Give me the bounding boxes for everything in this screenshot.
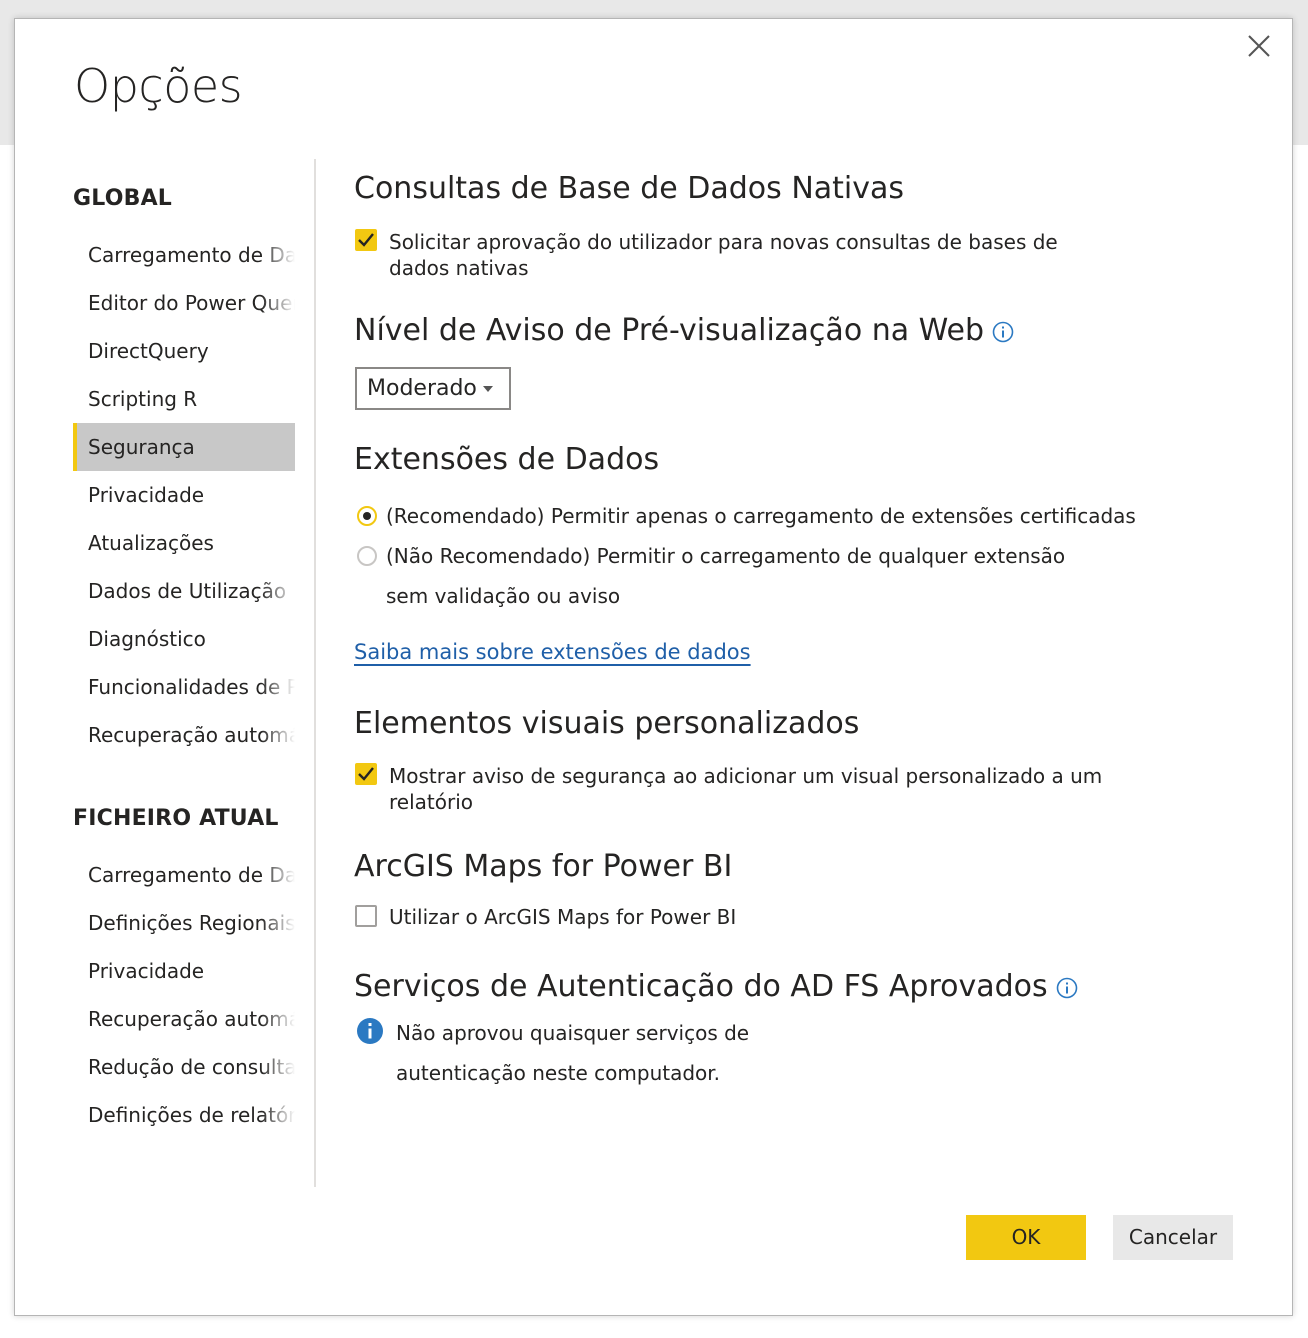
nav-item-dados-utilizacao[interactable]: Dados de Utilização [73, 567, 295, 615]
arcgis-checkbox[interactable] [355, 905, 377, 927]
nav-list-global: Carregamento de Dados Editor do Power Qu… [73, 231, 295, 759]
nav-item-seguranca[interactable]: Segurança [73, 423, 295, 471]
radio-not-recommended-label: (Não Recomendado) Permitir o carregament… [386, 536, 1065, 616]
radio-recommended-label: (Recomendado) Permitir apenas o carregam… [386, 504, 1136, 528]
chevron-down-icon [483, 386, 493, 392]
cancel-button[interactable]: Cancelar [1113, 1215, 1233, 1260]
nav-item-label: Recuperação automática [88, 1007, 295, 1031]
nav-item-recuperacao[interactable]: Recuperação automática [73, 711, 295, 759]
nav-item-file-definicoes-relatorio[interactable]: Definições de relatório [73, 1091, 295, 1139]
nav-item-privacidade[interactable]: Privacidade [73, 471, 295, 519]
nav-item-label: Carregamento de Dados [88, 863, 295, 887]
nav-item-label: Funcionalidades de Pré-visualização [88, 675, 295, 699]
nav-item-file-reducao-consultas[interactable]: Redução de consultas [73, 1043, 295, 1091]
adfs-message-line2: autenticação neste computador. [396, 1061, 721, 1085]
close-button[interactable] [1246, 33, 1272, 59]
section-title-data-extensions: Extensões de Dados [354, 442, 660, 477]
info-filled-icon [357, 1018, 383, 1044]
nav-item-file-carregamento-dados[interactable]: Carregamento de Dados [73, 851, 295, 899]
options-nav: GLOBAL Carregamento de Dados Editor do P… [73, 179, 295, 1139]
nav-item-label: Atualizações [88, 531, 214, 555]
nav-item-label: Redução de consultas [88, 1055, 295, 1079]
dropdown-value: Moderado [367, 376, 477, 401]
nav-item-label: Scripting R [88, 387, 198, 411]
nav-item-carregamento-dados[interactable]: Carregamento de Dados [73, 231, 295, 279]
nav-heading-global: GLOBAL [73, 186, 173, 211]
web-preview-title-text: Nível de Aviso de Pré-visualização na We… [354, 313, 985, 348]
section-title-custom-visuals: Elementos visuais personalizados [354, 706, 860, 741]
checkmark-icon [358, 767, 374, 781]
nav-item-directquery[interactable]: DirectQuery [73, 327, 295, 375]
ok-button[interactable]: OK [966, 1215, 1086, 1260]
radio-not-recommended-line2: sem validação ou aviso [386, 584, 621, 608]
nav-item-diagnostico[interactable]: Diagnóstico [73, 615, 295, 663]
nav-item-file-recuperacao[interactable]: Recuperação automática [73, 995, 295, 1043]
nav-heading-current-file: FICHEIRO ATUAL [73, 806, 279, 831]
native-queries-label-line2: dados nativas [389, 256, 529, 280]
radio-not-recommended-line1: (Não Recomendado) Permitir o carregament… [386, 544, 1066, 568]
custom-visuals-label: Mostrar aviso de segurança ao adicionar … [389, 763, 1102, 815]
nav-item-label: Diagnóstico [88, 627, 206, 651]
section-title-arcgis: ArcGIS Maps for Power BI [354, 849, 733, 884]
radio-not-recommended[interactable] [357, 546, 377, 566]
nav-item-scripting-r[interactable]: Scripting R [73, 375, 295, 423]
adfs-message-line1: Não aprovou quaisquer serviços de [396, 1021, 750, 1045]
info-icon[interactable] [992, 321, 1014, 343]
adfs-title-text: Serviços de Autenticação do AD FS Aprova… [354, 969, 1048, 1004]
nav-item-label: DirectQuery [88, 339, 209, 363]
nav-item-label: Editor do Power Query [88, 291, 295, 315]
nav-item-editor-power-query[interactable]: Editor do Power Query [73, 279, 295, 327]
custom-visuals-label-line2: relatório [389, 790, 473, 814]
nav-item-label: Definições de relatório [88, 1103, 295, 1127]
nav-item-label: Carregamento de Dados [88, 243, 295, 267]
custom-visuals-label-line1: Mostrar aviso de segurança ao adicionar … [389, 764, 1103, 788]
adfs-message: Não aprovou quaisquer serviços de autent… [396, 1013, 749, 1093]
nav-item-label: Segurança [88, 435, 195, 459]
nav-list-current-file: Carregamento de Dados Definições Regiona… [73, 851, 295, 1139]
nav-item-label: Dados de Utilização [88, 579, 287, 603]
close-icon [1248, 35, 1270, 57]
options-dialog: Opções GLOBAL Carregamento de Dados Edit… [14, 18, 1293, 1316]
section-title-adfs: Serviços de Autenticação do AD FS Aprova… [354, 969, 1078, 1004]
native-queries-label-line1: Solicitar aprovação do utilizador para n… [389, 230, 1058, 254]
nav-item-label: Privacidade [88, 483, 205, 507]
native-queries-label: Solicitar aprovação do utilizador para n… [389, 229, 1058, 281]
nav-item-funcionalidades[interactable]: Funcionalidades de Pré-visualização [73, 663, 295, 711]
nav-item-label: Privacidade [88, 959, 205, 983]
checkmark-icon [358, 233, 374, 247]
custom-visuals-checkbox[interactable] [355, 763, 377, 785]
nav-item-file-privacidade[interactable]: Privacidade [73, 947, 295, 995]
info-icon[interactable] [1056, 977, 1078, 999]
radio-recommended[interactable] [357, 506, 377, 526]
section-title-web-preview: Nível de Aviso de Pré-visualização na We… [354, 313, 1014, 348]
nav-divider [314, 159, 316, 1187]
dialog-title: Opções [74, 59, 243, 113]
section-title-native-queries: Consultas de Base de Dados Nativas [354, 171, 905, 206]
arcgis-label: Utilizar o ArcGIS Maps for Power BI [389, 905, 737, 929]
nav-item-label: Recuperação automática [88, 723, 295, 747]
web-preview-level-dropdown[interactable]: Moderado [355, 367, 511, 410]
nav-item-file-definicoes-regionais[interactable]: Definições Regionais [73, 899, 295, 947]
nav-item-label: Definições Regionais [88, 911, 295, 935]
nav-item-atualizacoes[interactable]: Atualizações [73, 519, 295, 567]
learn-more-extensions-link[interactable]: Saiba mais sobre extensões de dados [354, 640, 751, 664]
native-queries-checkbox[interactable] [355, 229, 377, 251]
